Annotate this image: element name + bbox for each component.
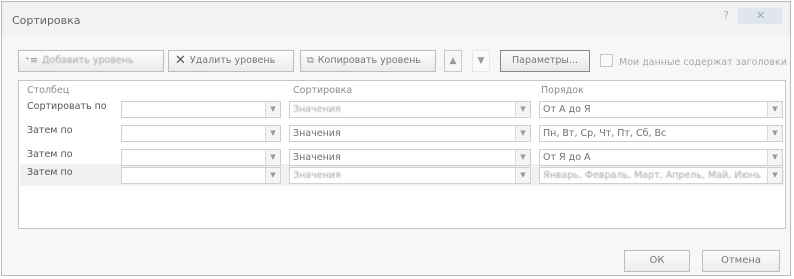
row-label: Затем по [27,125,73,136]
add-level-button[interactable]: ⁺≡ Добавить уровень [18,50,164,72]
row-label: Затем по [27,167,73,178]
sort-select[interactable]: Значения ▼ [289,167,531,184]
order-header: Порядок [541,85,584,96]
chevron-down-icon: ▼ [515,126,530,141]
headers-checkbox-label: Мои данные содержат заголовки [619,57,787,68]
order-select[interactable]: Пн, Вт, Ср, Чт, Пт, Сб, Вс ▼ [539,125,783,142]
arrow-down-icon: ▼ [477,56,485,66]
chevron-down-icon: ▼ [515,150,530,165]
order-select[interactable]: От Я до А ▼ [539,149,783,166]
copy-level-button[interactable]: ⧉ Копировать уровень [300,50,436,72]
move-down-button[interactable]: ▼ [472,50,490,72]
column-select[interactable]: ▼ [121,101,281,118]
ok-button[interactable]: ОК [624,250,690,272]
sort-select[interactable]: Значения ▼ [289,101,531,118]
sort-select[interactable]: Значения ▼ [289,125,531,142]
chevron-down-icon: ▼ [515,102,530,117]
column-select[interactable]: ▼ [121,125,281,142]
order-select[interactable]: От А до Я ▼ [539,101,783,118]
copy-level-icon: ⧉ [307,55,314,66]
chevron-down-icon: ▼ [265,126,280,141]
chevron-down-icon: ▼ [515,168,530,183]
headers-checkbox-group[interactable]: Мои данные содержат заголовки [600,54,787,68]
arrow-up-icon: ▲ [449,56,457,66]
add-level-icon: ⁺≡ [25,55,38,66]
cancel-button[interactable]: Отмена [702,250,780,272]
sort-levels-grid: Столбец Сортировка Порядок Сортировать п… [18,80,786,229]
close-icon: ✕ [756,9,766,22]
title-bar: Сортировка ? ✕ [2,2,790,36]
help-icon[interactable]: ? [718,8,734,24]
delete-level-button[interactable]: ✕ Удалить уровень [168,50,294,72]
chevron-down-icon: ▼ [767,168,782,183]
move-up-button[interactable]: ▲ [444,50,462,72]
close-button[interactable]: ✕ [738,8,782,24]
sort-header: Сортировка [293,85,353,96]
chevron-down-icon: ▼ [265,102,280,117]
chevron-down-icon: ▼ [265,168,280,183]
chevron-down-icon: ▼ [767,150,782,165]
row-label: Сортировать по [27,101,107,112]
delete-icon: ✕ [175,53,186,68]
parameters-button[interactable]: Параметры... [500,50,590,72]
sort-dialog: Сортировка ? ✕ ⁺≡ Добавить уровень ✕ Удали… [1,1,791,276]
column-select[interactable]: ▼ [121,167,281,184]
headers-checkbox[interactable] [600,54,613,67]
column-select[interactable]: ▼ [121,149,281,166]
column-header: Столбец [27,85,70,96]
chevron-down-icon: ▼ [767,102,782,117]
chevron-down-icon: ▼ [265,150,280,165]
toolbar: ⁺≡ Добавить уровень ✕ Удалить уровень ⧉ Коп… [18,50,788,74]
dialog-title: Сортировка [12,14,81,27]
chevron-down-icon: ▼ [767,126,782,141]
order-select[interactable]: Январь, Февраль, Март, Апрель, Май, Июнь… [539,167,783,184]
sort-select[interactable]: Значения ▼ [289,149,531,166]
row-label: Затем по [27,149,73,160]
